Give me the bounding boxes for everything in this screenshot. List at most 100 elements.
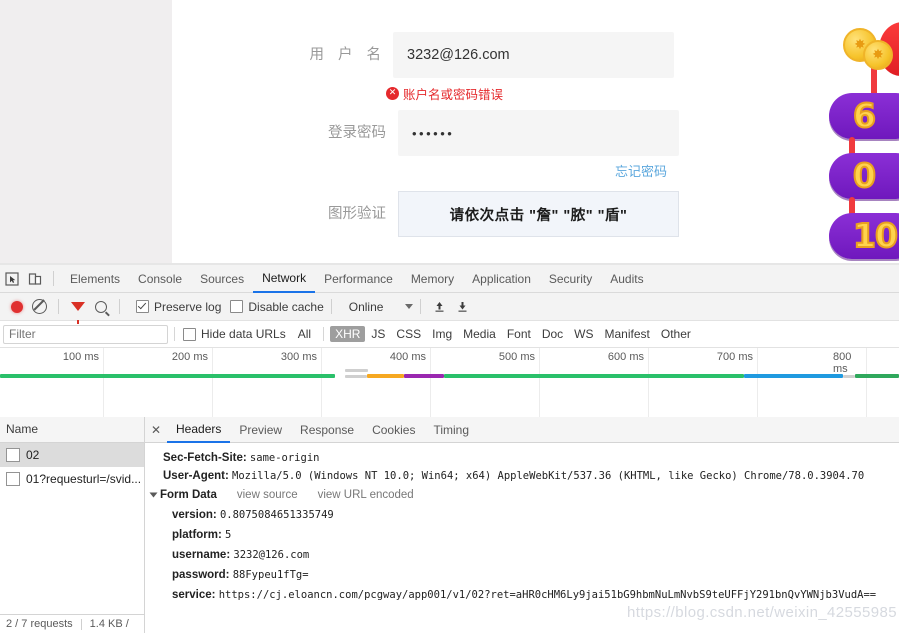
panel-tab-security[interactable]: Security xyxy=(540,266,601,292)
type-filter-css[interactable]: CSS xyxy=(391,326,426,342)
panel-tab-performance[interactable]: Performance xyxy=(315,266,402,292)
filterbar-divider xyxy=(323,327,325,341)
preserve-log-checkbox[interactable]: Preserve log xyxy=(136,300,221,314)
form-data-row: version: 0.8075084651335749 xyxy=(145,505,899,525)
type-filter-doc[interactable]: Doc xyxy=(537,326,568,342)
overview-bar-queued xyxy=(345,369,368,372)
status-divider xyxy=(80,618,82,630)
type-filter-ws[interactable]: WS xyxy=(569,326,598,342)
panel-tab-audits[interactable]: Audits xyxy=(601,266,652,292)
type-filter-other[interactable]: Other xyxy=(656,326,696,342)
overview-tick: 700 ms xyxy=(716,351,753,363)
view-url-encoded-link[interactable]: view URL encoded xyxy=(318,489,414,501)
status-requests: 2 / 7 requests xyxy=(6,618,73,630)
type-filter-font[interactable]: Font xyxy=(502,326,536,342)
status-transferred: 1.4 KB / xyxy=(89,618,129,630)
record-icon[interactable] xyxy=(5,295,28,318)
export-har-icon[interactable] xyxy=(451,295,474,318)
promo-decoration: ✸ ✸ 6 0 10. xyxy=(809,0,899,263)
table-row[interactable]: 01?requesturl=/svid... xyxy=(0,467,144,491)
error-text: 账户名或密码错误 xyxy=(403,88,504,102)
detail-tab-preview[interactable]: Preview xyxy=(230,418,291,442)
toolbar-divider xyxy=(119,299,120,314)
captcha-widget[interactable]: 请依次点击 "詹" "脓" "盾" xyxy=(398,191,679,237)
detail-tab-cookies[interactable]: Cookies xyxy=(363,418,424,442)
toolbar-divider xyxy=(53,271,54,286)
password-value: •••••• xyxy=(412,125,455,141)
username-input[interactable]: 3232@126.com xyxy=(393,32,674,78)
panel-tab-elements[interactable]: Elements xyxy=(61,266,129,292)
close-icon[interactable]: ✕ xyxy=(145,423,167,437)
overview-tick: 200 ms xyxy=(171,351,208,363)
panel-tab-network[interactable]: Network xyxy=(253,265,316,293)
login-form: 用 户 名 3232@126.com ✕ 账户名或密码错误 登录密码 •••••… xyxy=(300,32,680,237)
request-rows: 02 01?requesturl=/svid... xyxy=(0,443,144,614)
detail-tabbar: ✕ Headers Preview Response Cookies Timin… xyxy=(145,417,899,443)
devtools-panel-tabbar: Elements Console Sources Network Perform… xyxy=(0,265,899,293)
request-name: 01?requesturl=/svid... xyxy=(26,472,142,486)
forgot-wrap: 忘记密码 xyxy=(386,161,667,181)
detail-tab-timing[interactable]: Timing xyxy=(424,418,478,442)
form-data-section[interactable]: Form Data view source view URL encoded xyxy=(145,485,899,505)
type-filter-js[interactable]: JS xyxy=(366,326,390,342)
form-data-value: 3232@126.com xyxy=(233,549,310,561)
filter-input[interactable] xyxy=(3,324,168,344)
detail-tab-response[interactable]: Response xyxy=(291,418,363,442)
error-spacer xyxy=(300,84,386,103)
form-data-title: Form Data xyxy=(160,489,217,501)
request-list: Name 02 01?requesturl=/svid... 2 / 7 req… xyxy=(0,417,145,633)
network-toolbar: Preserve log Disable cache Online xyxy=(0,293,899,324)
promo-pill-number: 6 xyxy=(852,95,877,136)
inspect-element-icon[interactable] xyxy=(0,267,23,290)
overview-bar-green xyxy=(0,374,335,378)
overview-tick: 100 ms xyxy=(62,351,99,363)
type-filter-manifest[interactable]: Manifest xyxy=(600,326,655,342)
hide-data-urls-checkbox[interactable]: Hide data URLs xyxy=(183,327,286,341)
promo-pill: 10. xyxy=(829,213,899,259)
toolbar-divider xyxy=(58,299,59,314)
form-data-row: password: 88Fypeu1fTg= xyxy=(145,565,899,585)
coin-icon: ✸ xyxy=(863,40,893,70)
username-error-row: ✕ 账户名或密码错误 xyxy=(300,84,680,103)
deco-connector xyxy=(849,197,855,219)
forgot-password-link[interactable]: 忘记密码 xyxy=(615,164,667,179)
password-input[interactable]: •••••• xyxy=(398,110,679,156)
password-row: 登录密码 •••••• xyxy=(300,110,680,156)
panel-tab-application[interactable]: Application xyxy=(463,266,540,292)
header-name: Sec-Fetch-Site: xyxy=(163,452,247,464)
network-overview[interactable]: 100 ms 200 ms 300 ms 400 ms 500 ms 600 m… xyxy=(0,348,899,421)
screenshot-root: 用 户 名 3232@126.com ✕ 账户名或密码错误 登录密码 •••••… xyxy=(0,0,899,633)
password-label: 登录密码 xyxy=(328,125,386,141)
preserve-log-box xyxy=(136,300,149,313)
panel-tab-sources[interactable]: Sources xyxy=(191,266,253,292)
request-name: 02 xyxy=(26,448,40,462)
disable-cache-checkbox[interactable]: Disable cache xyxy=(230,300,324,314)
overview-tick: 500 ms xyxy=(498,351,535,363)
form-data-key: service: xyxy=(172,589,216,601)
panel-tab-console[interactable]: Console xyxy=(129,266,191,292)
clear-icon[interactable] xyxy=(28,295,51,318)
view-source-link[interactable]: view source xyxy=(237,489,298,501)
throttling-select[interactable]: Online xyxy=(349,300,414,314)
filter-icon[interactable] xyxy=(66,295,89,324)
detail-tab-headers[interactable]: Headers xyxy=(167,417,231,443)
headers-content[interactable]: Sec-Fetch-Site: same-origin User-Agent: … xyxy=(145,443,899,633)
throttling-value: Online xyxy=(348,299,384,314)
toolbar-divider xyxy=(420,299,422,314)
form-data-value: 5 xyxy=(225,529,232,541)
device-toolbar-icon[interactable] xyxy=(23,267,46,290)
type-filter-media[interactable]: Media xyxy=(458,326,501,342)
type-filter-all[interactable]: All xyxy=(293,326,316,342)
type-filter-img[interactable]: Img xyxy=(427,326,457,342)
import-har-icon[interactable] xyxy=(428,295,451,318)
preserve-log-label: Preserve log xyxy=(154,299,222,314)
captcha-prompt: 请依次点击 "詹" "脓" "盾" xyxy=(449,207,628,224)
type-filter-xhr[interactable]: XHR xyxy=(330,326,366,342)
login-page: 用 户 名 3232@126.com ✕ 账户名或密码错误 登录密码 •••••… xyxy=(0,0,899,265)
promo-pill: 0 xyxy=(829,153,899,199)
search-icon[interactable] xyxy=(89,295,112,318)
form-data-key: platform: xyxy=(172,529,222,541)
devtools: Elements Console Sources Network Perform… xyxy=(0,265,899,633)
table-row[interactable]: 02 xyxy=(0,443,144,467)
panel-tab-memory[interactable]: Memory xyxy=(402,266,463,292)
